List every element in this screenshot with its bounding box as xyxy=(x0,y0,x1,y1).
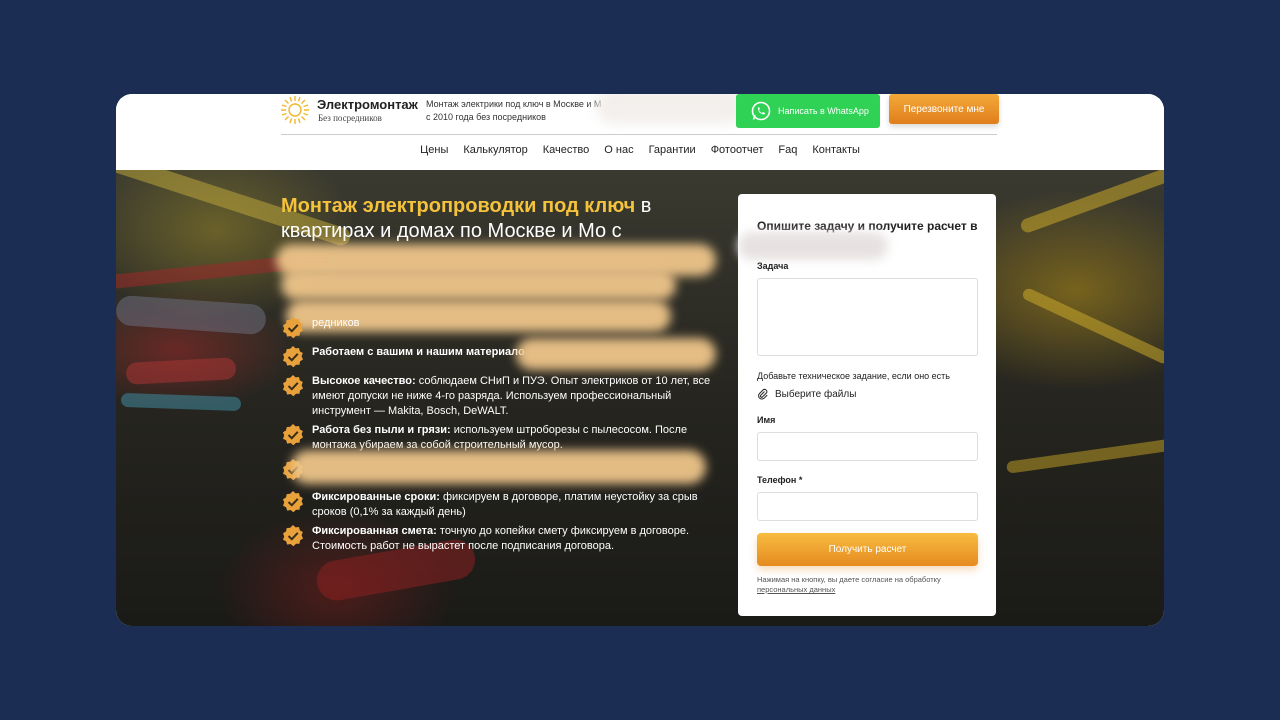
redacted-blur xyxy=(516,338,716,370)
check-badge-icon xyxy=(283,525,303,547)
site-header: Электромонтаж Без посредников Монтаж эле… xyxy=(116,94,1164,170)
phone-label: Телефон * xyxy=(757,475,803,485)
bg-wire xyxy=(116,294,267,336)
hero-title-rest: в xyxy=(635,195,652,217)
feature-bold: Фиксированная смета: xyxy=(312,525,437,537)
nav-item-photo-report[interactable]: Фотоотчет xyxy=(711,144,764,156)
task-label: Задача xyxy=(757,261,789,271)
whatsapp-button-label: Написать в WhatsApp xyxy=(778,106,869,116)
request-form: Опишите задачу и получите расчет в Задач… xyxy=(738,194,996,616)
feature-body: редников xyxy=(312,317,360,329)
check-badge-icon xyxy=(283,317,303,339)
header-divider xyxy=(281,134,997,135)
feature-bold: Высокое качество: xyxy=(312,375,416,387)
redacted-blur xyxy=(596,94,746,124)
feature-text: редников xyxy=(312,316,722,331)
redacted-blur xyxy=(738,232,888,260)
feature-bold: Работа без пыли и грязи: xyxy=(312,424,451,436)
tagline-line-1: Монтаж электрики под ключ в Москве и М xyxy=(426,99,602,109)
hero-title-line2: квартирах и домах по Москве и Мо с xyxy=(281,220,622,242)
whatsapp-button[interactable]: Написать в WhatsApp xyxy=(736,94,880,128)
consent-text: Нажимая на кнопку, вы даете согласие на … xyxy=(757,575,957,595)
paperclip-icon xyxy=(758,388,768,400)
choose-files-button[interactable]: Выберите файлы xyxy=(757,388,856,400)
phone-input[interactable] xyxy=(757,492,978,521)
nav-item-about[interactable]: О нас xyxy=(604,144,633,156)
nav-item-faq[interactable]: Faq xyxy=(778,144,797,156)
nav-item-quality[interactable]: Качество xyxy=(543,144,590,156)
get-estimate-button[interactable]: Получить расчет xyxy=(757,533,978,566)
callback-button[interactable]: Перезвоните мне xyxy=(889,94,999,124)
name-input[interactable] xyxy=(757,432,978,461)
feature-bold: Работаем с вашим и нашим материало xyxy=(312,346,525,358)
check-badge-icon xyxy=(283,491,303,513)
nav-item-calculator[interactable]: Калькулятор xyxy=(463,144,527,156)
redacted-blur xyxy=(291,450,706,484)
bg-wire xyxy=(125,357,237,385)
tagline-line-2: с 2010 года без посредников xyxy=(426,112,546,122)
brand-name[interactable]: Электромонтаж xyxy=(317,97,418,112)
feature-text: Фиксированная смета: точную до копейки с… xyxy=(312,524,722,554)
check-badge-icon xyxy=(283,375,303,397)
feature-text: Фиксированные сроки: фиксируем в договор… xyxy=(312,490,722,520)
privacy-link[interactable]: персональных данных xyxy=(757,585,835,594)
feature-text: Работа без пыли и грязи: используем штро… xyxy=(312,423,722,453)
whatsapp-icon xyxy=(751,101,771,121)
logo-sun-icon[interactable] xyxy=(279,94,311,126)
check-badge-icon xyxy=(283,424,303,446)
feature-bold: Фиксированные сроки: xyxy=(312,491,440,503)
hero-title: Монтаж электропроводки под ключ в кварти… xyxy=(281,194,721,244)
name-label: Имя xyxy=(757,415,776,425)
bg-wire xyxy=(120,392,242,412)
bg-wire xyxy=(1020,286,1164,366)
hero-section: Монтаж электропроводки под ключ в кварти… xyxy=(116,170,1164,626)
nav-item-prices[interactable]: Цены xyxy=(420,144,448,156)
redacted-blur xyxy=(281,270,676,300)
check-badge-icon xyxy=(283,346,303,368)
feature-text: Высокое качество: соблюдаем СНиП и ПУЭ. … xyxy=(312,374,722,419)
bg-wire xyxy=(1019,170,1164,235)
consent-body: Нажимая на кнопку, вы даете согласие на … xyxy=(757,575,941,584)
main-nav: Цены Калькулятор Качество О нас Гарантии… xyxy=(116,144,1164,156)
nav-item-contacts[interactable]: Контакты xyxy=(812,144,860,156)
hero-title-accent: Монтаж электропроводки под ключ xyxy=(281,195,636,217)
brand-subtitle: Без посредников xyxy=(318,113,382,123)
choose-files-label: Выберите файлы xyxy=(775,388,857,400)
bg-wire xyxy=(1005,438,1164,474)
browser-frame: Электромонтаж Без посредников Монтаж эле… xyxy=(116,94,1164,626)
header-tagline: Монтаж электрики под ключ в Москве и М с… xyxy=(426,98,616,124)
attachment-hint: Добавьте техническое задание, если оно е… xyxy=(757,371,950,381)
nav-item-guarantees[interactable]: Гарантии xyxy=(649,144,696,156)
task-textarea[interactable] xyxy=(757,278,978,356)
